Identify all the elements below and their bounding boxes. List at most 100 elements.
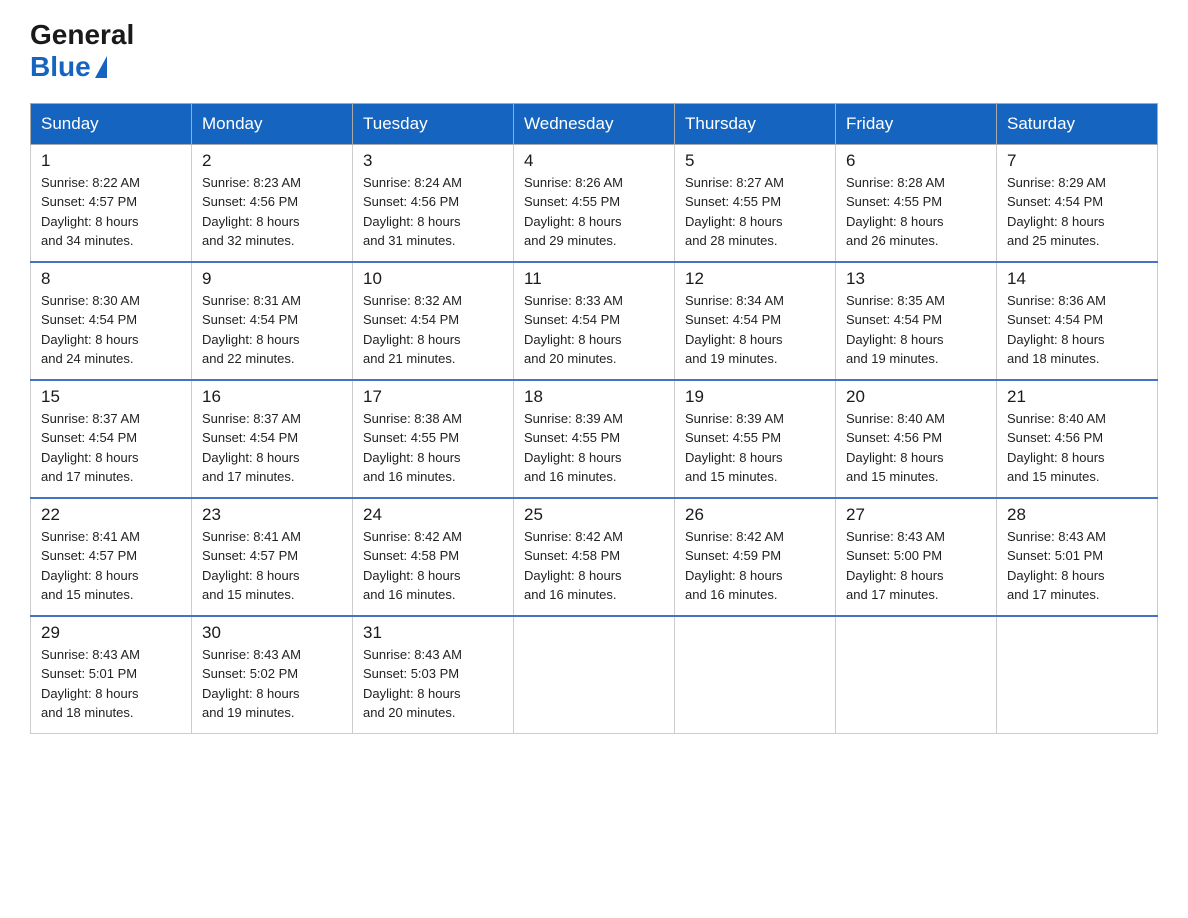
calendar-cell: 8 Sunrise: 8:30 AMSunset: 4:54 PMDayligh… xyxy=(31,262,192,380)
day-info: Sunrise: 8:43 AMSunset: 5:03 PMDaylight:… xyxy=(363,645,503,723)
column-header-friday: Friday xyxy=(836,103,997,144)
calendar-cell xyxy=(514,616,675,734)
day-info: Sunrise: 8:37 AMSunset: 4:54 PMDaylight:… xyxy=(202,409,342,487)
day-number: 31 xyxy=(363,623,503,643)
day-info: Sunrise: 8:33 AMSunset: 4:54 PMDaylight:… xyxy=(524,291,664,369)
day-number: 1 xyxy=(41,151,181,171)
logo: General Blue xyxy=(30,20,134,83)
calendar-cell: 18 Sunrise: 8:39 AMSunset: 4:55 PMDaylig… xyxy=(514,380,675,498)
day-info: Sunrise: 8:38 AMSunset: 4:55 PMDaylight:… xyxy=(363,409,503,487)
day-info: Sunrise: 8:43 AMSunset: 5:01 PMDaylight:… xyxy=(41,645,181,723)
calendar-cell: 7 Sunrise: 8:29 AMSunset: 4:54 PMDayligh… xyxy=(997,144,1158,262)
calendar-cell: 23 Sunrise: 8:41 AMSunset: 4:57 PMDaylig… xyxy=(192,498,353,616)
day-info: Sunrise: 8:27 AMSunset: 4:55 PMDaylight:… xyxy=(685,173,825,251)
day-info: Sunrise: 8:42 AMSunset: 4:58 PMDaylight:… xyxy=(524,527,664,605)
day-number: 20 xyxy=(846,387,986,407)
day-number: 13 xyxy=(846,269,986,289)
logo-triangle-icon xyxy=(95,56,107,78)
day-info: Sunrise: 8:40 AMSunset: 4:56 PMDaylight:… xyxy=(1007,409,1147,487)
day-info: Sunrise: 8:28 AMSunset: 4:55 PMDaylight:… xyxy=(846,173,986,251)
calendar-cell: 1 Sunrise: 8:22 AMSunset: 4:57 PMDayligh… xyxy=(31,144,192,262)
calendar-cell: 28 Sunrise: 8:43 AMSunset: 5:01 PMDaylig… xyxy=(997,498,1158,616)
day-info: Sunrise: 8:23 AMSunset: 4:56 PMDaylight:… xyxy=(202,173,342,251)
day-info: Sunrise: 8:37 AMSunset: 4:54 PMDaylight:… xyxy=(41,409,181,487)
day-info: Sunrise: 8:29 AMSunset: 4:54 PMDaylight:… xyxy=(1007,173,1147,251)
calendar-cell: 26 Sunrise: 8:42 AMSunset: 4:59 PMDaylig… xyxy=(675,498,836,616)
day-number: 17 xyxy=(363,387,503,407)
calendar-week-row: 22 Sunrise: 8:41 AMSunset: 4:57 PMDaylig… xyxy=(31,498,1158,616)
calendar-cell xyxy=(675,616,836,734)
column-header-thursday: Thursday xyxy=(675,103,836,144)
calendar-cell: 2 Sunrise: 8:23 AMSunset: 4:56 PMDayligh… xyxy=(192,144,353,262)
calendar-cell: 12 Sunrise: 8:34 AMSunset: 4:54 PMDaylig… xyxy=(675,262,836,380)
column-header-monday: Monday xyxy=(192,103,353,144)
calendar-cell: 10 Sunrise: 8:32 AMSunset: 4:54 PMDaylig… xyxy=(353,262,514,380)
day-info: Sunrise: 8:36 AMSunset: 4:54 PMDaylight:… xyxy=(1007,291,1147,369)
calendar-cell xyxy=(836,616,997,734)
calendar-cell: 9 Sunrise: 8:31 AMSunset: 4:54 PMDayligh… xyxy=(192,262,353,380)
day-number: 24 xyxy=(363,505,503,525)
calendar-table: SundayMondayTuesdayWednesdayThursdayFrid… xyxy=(30,103,1158,734)
day-info: Sunrise: 8:39 AMSunset: 4:55 PMDaylight:… xyxy=(685,409,825,487)
day-number: 3 xyxy=(363,151,503,171)
calendar-cell: 16 Sunrise: 8:37 AMSunset: 4:54 PMDaylig… xyxy=(192,380,353,498)
day-number: 14 xyxy=(1007,269,1147,289)
day-number: 16 xyxy=(202,387,342,407)
calendar-cell: 31 Sunrise: 8:43 AMSunset: 5:03 PMDaylig… xyxy=(353,616,514,734)
calendar-cell: 17 Sunrise: 8:38 AMSunset: 4:55 PMDaylig… xyxy=(353,380,514,498)
calendar-cell: 25 Sunrise: 8:42 AMSunset: 4:58 PMDaylig… xyxy=(514,498,675,616)
day-number: 4 xyxy=(524,151,664,171)
day-info: Sunrise: 8:42 AMSunset: 4:58 PMDaylight:… xyxy=(363,527,503,605)
calendar-cell: 29 Sunrise: 8:43 AMSunset: 5:01 PMDaylig… xyxy=(31,616,192,734)
day-info: Sunrise: 8:43 AMSunset: 5:01 PMDaylight:… xyxy=(1007,527,1147,605)
logo-blue-text: Blue xyxy=(30,51,107,83)
day-info: Sunrise: 8:43 AMSunset: 5:02 PMDaylight:… xyxy=(202,645,342,723)
day-number: 11 xyxy=(524,269,664,289)
calendar-cell: 24 Sunrise: 8:42 AMSunset: 4:58 PMDaylig… xyxy=(353,498,514,616)
calendar-cell: 14 Sunrise: 8:36 AMSunset: 4:54 PMDaylig… xyxy=(997,262,1158,380)
day-number: 9 xyxy=(202,269,342,289)
column-header-sunday: Sunday xyxy=(31,103,192,144)
calendar-cell: 27 Sunrise: 8:43 AMSunset: 5:00 PMDaylig… xyxy=(836,498,997,616)
day-info: Sunrise: 8:43 AMSunset: 5:00 PMDaylight:… xyxy=(846,527,986,605)
calendar-week-row: 29 Sunrise: 8:43 AMSunset: 5:01 PMDaylig… xyxy=(31,616,1158,734)
day-number: 28 xyxy=(1007,505,1147,525)
day-number: 22 xyxy=(41,505,181,525)
column-header-saturday: Saturday xyxy=(997,103,1158,144)
day-info: Sunrise: 8:24 AMSunset: 4:56 PMDaylight:… xyxy=(363,173,503,251)
day-number: 25 xyxy=(524,505,664,525)
day-number: 23 xyxy=(202,505,342,525)
calendar-cell: 20 Sunrise: 8:40 AMSunset: 4:56 PMDaylig… xyxy=(836,380,997,498)
day-number: 26 xyxy=(685,505,825,525)
day-number: 6 xyxy=(846,151,986,171)
day-info: Sunrise: 8:34 AMSunset: 4:54 PMDaylight:… xyxy=(685,291,825,369)
calendar-week-row: 1 Sunrise: 8:22 AMSunset: 4:57 PMDayligh… xyxy=(31,144,1158,262)
day-info: Sunrise: 8:41 AMSunset: 4:57 PMDaylight:… xyxy=(202,527,342,605)
column-header-tuesday: Tuesday xyxy=(353,103,514,144)
day-info: Sunrise: 8:40 AMSunset: 4:56 PMDaylight:… xyxy=(846,409,986,487)
day-number: 7 xyxy=(1007,151,1147,171)
day-number: 18 xyxy=(524,387,664,407)
day-number: 29 xyxy=(41,623,181,643)
column-header-wednesday: Wednesday xyxy=(514,103,675,144)
calendar-cell: 15 Sunrise: 8:37 AMSunset: 4:54 PMDaylig… xyxy=(31,380,192,498)
day-number: 12 xyxy=(685,269,825,289)
page-header: General Blue xyxy=(30,20,1158,83)
day-info: Sunrise: 8:32 AMSunset: 4:54 PMDaylight:… xyxy=(363,291,503,369)
day-info: Sunrise: 8:30 AMSunset: 4:54 PMDaylight:… xyxy=(41,291,181,369)
day-info: Sunrise: 8:41 AMSunset: 4:57 PMDaylight:… xyxy=(41,527,181,605)
day-number: 8 xyxy=(41,269,181,289)
calendar-week-row: 15 Sunrise: 8:37 AMSunset: 4:54 PMDaylig… xyxy=(31,380,1158,498)
calendar-cell: 21 Sunrise: 8:40 AMSunset: 4:56 PMDaylig… xyxy=(997,380,1158,498)
calendar-header-row: SundayMondayTuesdayWednesdayThursdayFrid… xyxy=(31,103,1158,144)
day-info: Sunrise: 8:31 AMSunset: 4:54 PMDaylight:… xyxy=(202,291,342,369)
calendar-cell: 11 Sunrise: 8:33 AMSunset: 4:54 PMDaylig… xyxy=(514,262,675,380)
calendar-cell: 3 Sunrise: 8:24 AMSunset: 4:56 PMDayligh… xyxy=(353,144,514,262)
calendar-cell: 4 Sunrise: 8:26 AMSunset: 4:55 PMDayligh… xyxy=(514,144,675,262)
calendar-cell: 13 Sunrise: 8:35 AMSunset: 4:54 PMDaylig… xyxy=(836,262,997,380)
day-number: 19 xyxy=(685,387,825,407)
calendar-cell xyxy=(997,616,1158,734)
day-info: Sunrise: 8:35 AMSunset: 4:54 PMDaylight:… xyxy=(846,291,986,369)
day-number: 10 xyxy=(363,269,503,289)
calendar-cell: 30 Sunrise: 8:43 AMSunset: 5:02 PMDaylig… xyxy=(192,616,353,734)
